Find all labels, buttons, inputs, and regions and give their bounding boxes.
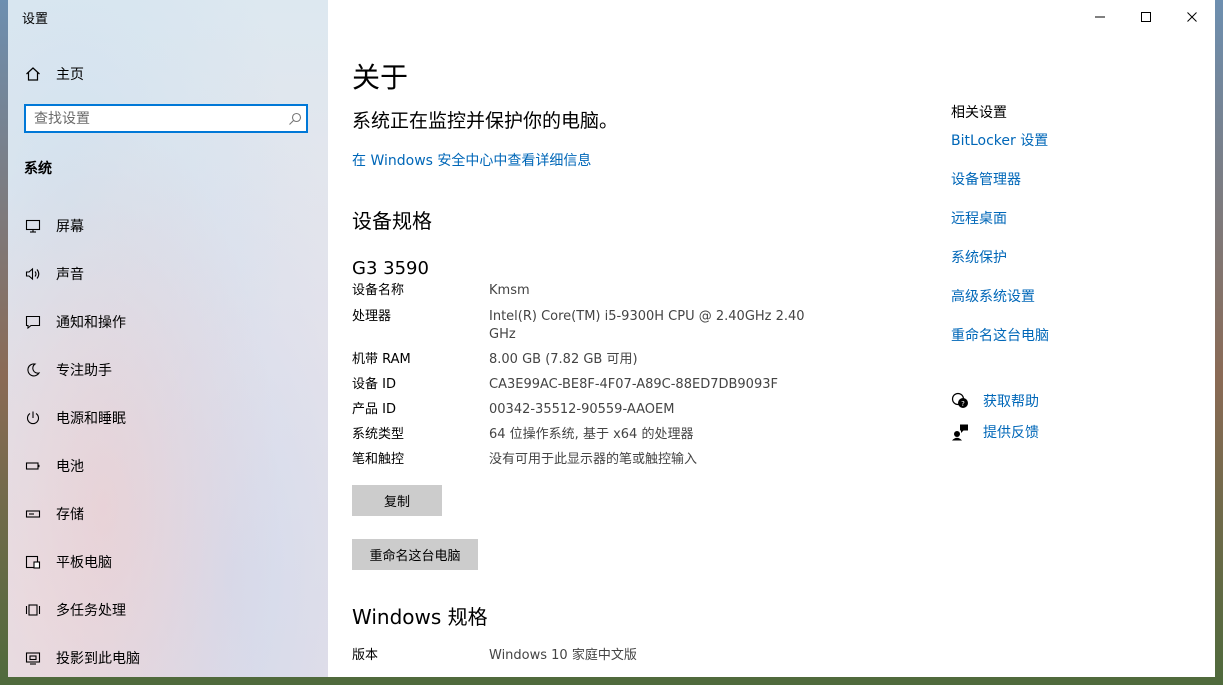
home-icon [24,66,42,82]
bitlocker-settings-link[interactable]: BitLocker 设置 [951,130,1048,150]
spec-value: 8.00 GB (7.82 GB 可用) [489,352,638,367]
feedback-icon [951,423,969,441]
section-title: 系统 [24,161,52,177]
feedback-row[interactable]: 提供反馈 [951,422,1039,442]
rename-pc-link[interactable]: 重命名这台电脑 [951,325,1049,345]
tablet-icon [24,554,42,570]
get-help-row[interactable]: ? 获取帮助 [951,391,1039,411]
spec-key: 产品 ID [352,402,396,417]
notification-icon [24,314,42,330]
spec-key: 笔和触控 [352,452,405,467]
sidebar-item-label: 投影到此电脑 [56,651,140,667]
multitask-icon [24,602,42,618]
feedback-link[interactable]: 提供反馈 [983,422,1039,442]
spec-key: 处理器 [352,309,392,324]
project-icon [24,650,42,666]
security-center-link[interactable]: 在 Windows 安全中心中查看详细信息 [352,150,591,170]
spec-value: Kmsm [489,283,530,298]
sidebar-item-label: 声音 [56,267,84,283]
sidebar-item-multitasking[interactable]: 多任务处理 [8,586,328,634]
spec-key: 设备名称 [352,283,405,298]
minimize-icon [1094,8,1106,27]
search-icon[interactable] [284,112,306,126]
device-specs-title: 设备规格 [352,209,432,233]
sidebar-item-label: 平板电脑 [56,555,112,571]
spec-value: 没有可用于此显示器的笔或触控输入 [489,452,698,467]
advanced-system-settings-link[interactable]: 高级系统设置 [951,286,1035,306]
spec-key: 系统类型 [352,427,405,442]
close-button[interactable] [1169,0,1215,34]
app-title: 设置 [22,12,49,27]
storage-icon [24,506,42,522]
sidebar-item-label: 存储 [56,507,84,523]
rename-pc-button[interactable]: 重命名这台电脑 [352,539,478,570]
monitor-icon [24,218,42,234]
power-icon [24,410,42,426]
moon-icon [24,362,42,378]
window-controls [1077,0,1215,34]
sidebar-item-tablet[interactable]: 平板电脑 [8,538,328,586]
sidebar-item-power-sleep[interactable]: 电源和睡眠 [8,394,328,442]
spec-value: Windows 10 家庭中文版 [489,648,637,663]
related-settings-title: 相关设置 [951,105,1007,121]
battery-icon [24,458,42,474]
page-title: 关于 [352,61,409,94]
sidebar-item-label: 电源和睡眠 [56,411,126,427]
sidebar-item-battery[interactable]: 电池 [8,442,328,490]
sidebar-item-storage[interactable]: 存储 [8,490,328,538]
get-help-link[interactable]: 获取帮助 [983,391,1039,411]
spec-key: 机带 RAM [352,352,411,367]
remote-desktop-link[interactable]: 远程桌面 [951,208,1007,228]
settings-window: 设置 主页 系统 屏幕 声 [8,0,1215,677]
sidebar-item-label: 通知和操作 [56,315,126,331]
search-input[interactable] [26,106,284,131]
sidebar-item-focus-assist[interactable]: 专注助手 [8,346,328,394]
sidebar: 设置 主页 系统 屏幕 声 [8,0,328,677]
nav-home-label: 主页 [56,67,84,83]
sidebar-item-label: 电池 [56,459,84,475]
windows-specs-title: Windows 规格 [352,605,488,629]
speaker-icon [24,266,42,282]
security-status-text: 系统正在监控并保护你的电脑。 [352,110,619,132]
spec-value: 64 位操作系统, 基于 x64 的处理器 [489,427,694,442]
sidebar-item-label: 屏幕 [56,219,84,235]
sidebar-item-label: 多任务处理 [56,603,126,619]
minimize-button[interactable] [1077,0,1123,34]
spec-key: 设备 ID [352,377,396,392]
maximize-button[interactable] [1123,0,1169,34]
nav-home[interactable]: 主页 [8,58,328,90]
sidebar-item-sound[interactable]: 声音 [8,250,328,298]
close-icon [1186,8,1198,27]
sidebar-item-label: 专注助手 [56,363,112,379]
copy-button[interactable]: 复制 [352,485,442,516]
spec-value: Intel(R) Core(TM) i5-9300H CPU @ 2.40GHz… [489,309,805,342]
device-manager-link[interactable]: 设备管理器 [951,169,1021,189]
main-content: 关于 系统正在监控并保护你的电脑。 在 Windows 安全中心中查看详细信息 … [328,0,1215,677]
spec-key: 版本 [352,648,379,663]
sidebar-item-notifications[interactable]: 通知和操作 [8,298,328,346]
device-model: G3 3590 [352,258,429,279]
svg-text:?: ? [961,400,965,408]
help-chat-icon: ? [951,392,969,410]
sidebar-item-display[interactable]: 屏幕 [8,202,328,250]
search-box[interactable] [24,104,308,133]
spec-value: 00342-35512-90559-AAOEM [489,402,675,417]
sidebar-item-project-to-pc[interactable]: 投影到此电脑 [8,634,328,677]
maximize-icon [1140,8,1152,27]
spec-value: CA3E99AC-BE8F-4F07-A89C-88ED7DB9093F [489,377,778,392]
nav-list: 屏幕 声音 通知和操作 专注助手 电源和睡眠 电池 存储 平板电脑 多任务处理 … [8,202,328,677]
system-protection-link[interactable]: 系统保护 [951,247,1007,267]
